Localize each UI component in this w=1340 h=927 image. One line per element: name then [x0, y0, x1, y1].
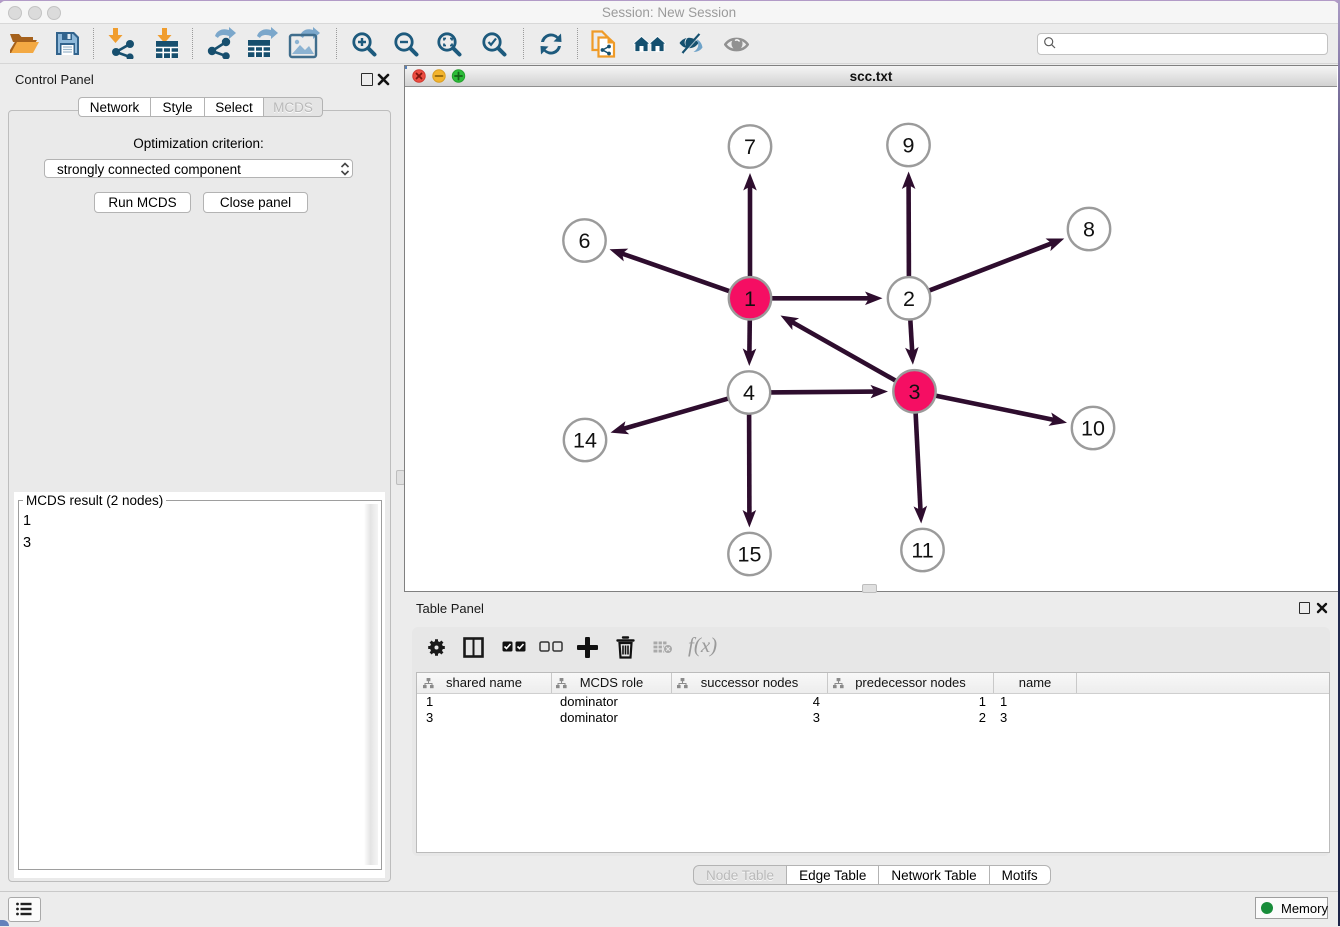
svg-text:15: 15 [738, 543, 762, 567]
svg-text:7: 7 [744, 135, 756, 159]
svg-text:14: 14 [573, 429, 597, 453]
svg-text:9: 9 [903, 134, 915, 158]
svg-text:6: 6 [579, 229, 591, 253]
svg-text:10: 10 [1081, 417, 1105, 441]
svg-text:2: 2 [903, 287, 915, 311]
svg-text:11: 11 [911, 539, 933, 563]
svg-text:4: 4 [743, 381, 755, 405]
svg-text:3: 3 [909, 380, 921, 404]
svg-text:1: 1 [744, 287, 756, 311]
svg-text:8: 8 [1083, 218, 1095, 242]
